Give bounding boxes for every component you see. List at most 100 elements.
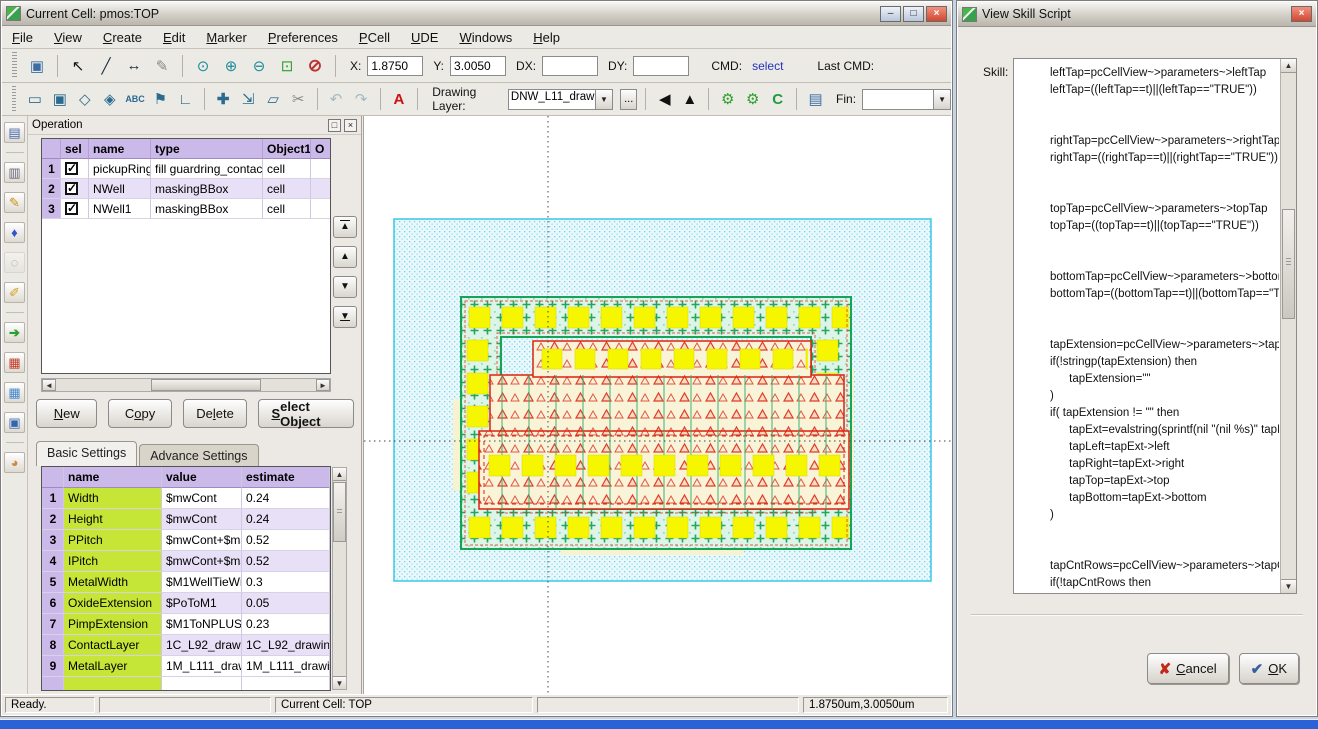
move-bottom-button[interactable]: ▼ (333, 306, 357, 328)
menu-help[interactable]: Help (533, 30, 560, 45)
menu-edit[interactable]: Edit (163, 30, 185, 45)
layer-browse-button[interactable]: ... (620, 89, 638, 110)
property-list-icon[interactable]: ▥ (4, 162, 25, 183)
settings-row[interactable]: 1 Width $mwCont 0.24 (42, 488, 330, 509)
zoom-fit-icon[interactable]: ⊡ (275, 54, 299, 78)
selection-area-icon[interactable]: ◌ (4, 252, 25, 273)
move-tool-icon[interactable]: ✚ (213, 87, 234, 111)
menu-create[interactable]: Create (103, 30, 142, 45)
zoom-in-icon[interactable]: ⊕ (219, 54, 243, 78)
mirror-horizontal-icon[interactable]: ▲ (679, 87, 700, 111)
device-contact-rects[interactable] (479, 341, 849, 509)
fin-combo[interactable]: ▼ (862, 89, 951, 110)
report-list-icon[interactable]: ▤ (4, 122, 25, 143)
settings-row[interactable]: 6 OxideExtension $PoToM1 0.05 (42, 593, 330, 614)
scroll-down-icon[interactable]: ▼ (333, 676, 346, 689)
skill-script-text[interactable]: leftTap=pcCellView~>parameters~>leftTap … (1014, 59, 1279, 593)
fin-dropdown-icon[interactable]: ▼ (934, 89, 951, 110)
move-top-button[interactable]: ▲ (333, 216, 357, 238)
move-up-button[interactable]: ▲ (333, 246, 357, 268)
close-button[interactable]: × (1291, 6, 1312, 22)
stretch-tool-icon[interactable]: ⇲ (238, 87, 259, 111)
zoom-tool-icon[interactable]: ⊙ (191, 54, 215, 78)
delete-button[interactable]: Delete (183, 399, 248, 428)
line-tool-icon[interactable]: ╱ (94, 54, 118, 78)
y-input[interactable] (450, 56, 506, 76)
panel-float-icon[interactable]: □ (328, 119, 341, 132)
scroll-right-icon[interactable]: ► (316, 379, 330, 391)
cancel-button[interactable]: ✘ Cancel (1147, 653, 1229, 684)
hscroll-thumb[interactable] (151, 379, 261, 391)
toolbar-grip[interactable] (12, 52, 17, 78)
table-row[interactable]: 1 ✓ pickupRing fill guardring_contact ce… (42, 159, 330, 179)
maximize-button[interactable]: □ (903, 6, 924, 22)
layout-canvas[interactable] (363, 116, 952, 694)
scroll-down-icon[interactable]: ▼ (1281, 579, 1296, 593)
drawing-layer-combo[interactable]: DNW_L11_drawir ▼ (508, 89, 613, 110)
menu-view[interactable]: View (54, 30, 82, 45)
menu-preferences[interactable]: Preferences (268, 30, 338, 45)
grid-icon[interactable]: ▦ (4, 382, 25, 403)
settings-table-vscrollbar[interactable]: ▲ ▼ (332, 467, 347, 690)
undo-icon[interactable]: ↶ (326, 87, 347, 111)
save-icon[interactable]: ▣ (25, 54, 49, 78)
menu-marker[interactable]: Marker (206, 30, 246, 45)
x-input[interactable] (367, 56, 423, 76)
redo-icon[interactable]: ↷ (351, 87, 372, 111)
operation-panel-header[interactable]: Operation □ × (28, 116, 361, 135)
settings-row[interactable]: 4 IPitch $mwCont+$ms( 0.52 (42, 551, 330, 572)
taskbar[interactable] (0, 719, 1318, 729)
edit-cell-icon[interactable]: ✎ (4, 192, 25, 213)
vscroll-thumb[interactable] (333, 482, 346, 542)
ruler-tool-icon[interactable]: ↔ (122, 54, 146, 78)
scroll-up-icon[interactable]: ▲ (1281, 59, 1296, 73)
menu-ude[interactable]: UDE (411, 30, 438, 45)
close-button[interactable]: × (926, 6, 947, 22)
text-tool-icon[interactable]: ABC (124, 87, 146, 111)
new-button[interactable]: New (36, 399, 97, 428)
scroll-up-icon[interactable]: ▲ (333, 468, 346, 481)
erase-tool-icon[interactable]: ✂ (288, 87, 309, 111)
annotate-icon[interactable]: A (388, 87, 409, 111)
checkbox-checked-icon[interactable]: ✓ (65, 202, 78, 215)
mirror-vertical-icon[interactable]: ◀ (654, 87, 675, 111)
rectangle-notch-tool-icon[interactable]: ▣ (49, 87, 70, 111)
settings-row[interactable]: 9 MetalLayer 1M_L111_drawir 1M_L111_draw… (42, 656, 330, 677)
move-down-button[interactable]: ▼ (333, 276, 357, 298)
fin-value[interactable] (862, 89, 934, 110)
checkbox-checked-icon[interactable]: ✓ (65, 182, 78, 195)
verify-settings-icon[interactable]: ⚙ (717, 87, 738, 111)
pencil-tool-icon[interactable]: ✎ (150, 54, 174, 78)
rectangle-tool-icon[interactable]: ▭ (24, 87, 45, 111)
settings-row[interactable]: 3 PPitch $mwCont+$ms( 0.52 (42, 530, 330, 551)
drawing-layer-value[interactable]: DNW_L11_drawir (508, 89, 596, 110)
path-tool-icon[interactable]: ∟ (175, 87, 196, 111)
panel-close-icon[interactable]: × (344, 119, 357, 132)
settings-row[interactable]: 8 ContactLayer 1C_L92_drawing 1C_L92_dra… (42, 635, 330, 656)
menu-file[interactable]: File (12, 30, 33, 45)
polygon-tool-icon[interactable]: ◇ (74, 87, 95, 111)
monitor-icon[interactable]: ▣ (4, 412, 25, 433)
tab-basic-settings[interactable]: Basic Settings (36, 441, 137, 466)
hierarchy-icon[interactable]: ♦ (4, 222, 25, 243)
operation-table-hscrollbar[interactable]: ◄ ► (41, 378, 331, 392)
layout-save-icon[interactable]: ▤ (805, 87, 826, 111)
main-titlebar[interactable]: Current Cell: pmos:TOP – □ × (2, 2, 951, 26)
zoom-out-icon[interactable]: ⊖ (247, 54, 271, 78)
ok-button[interactable]: ✔ OK (1239, 653, 1299, 684)
table-row[interactable]: 3 ✓ NWell1 maskingBBox cell (42, 199, 330, 219)
calendar-icon[interactable]: ▦ (4, 352, 25, 373)
dx-input[interactable] (542, 56, 598, 76)
run-arrow-icon[interactable]: ➔ (4, 322, 25, 343)
settings-row[interactable]: 2 Height $mwCont 0.24 (42, 509, 330, 530)
menu-windows[interactable]: Windows (459, 30, 512, 45)
script-scroll-thumb[interactable] (1282, 209, 1295, 319)
drawing-layer-dropdown-icon[interactable]: ▼ (596, 89, 613, 110)
script-vscrollbar[interactable]: ▲ ▼ (1280, 59, 1296, 593)
menu-pcell[interactable]: PCell (359, 30, 390, 45)
checkbox-checked-icon[interactable]: ✓ (65, 162, 78, 175)
refresh-settings-icon[interactable]: ⚙ (742, 87, 763, 111)
copy-tool-icon[interactable]: ▱ (263, 87, 284, 111)
settings-row[interactable]: 7 PimpExtension $M1ToNPLUS 0.23 (42, 614, 330, 635)
polygon-notch-tool-icon[interactable]: ◈ (99, 87, 120, 111)
